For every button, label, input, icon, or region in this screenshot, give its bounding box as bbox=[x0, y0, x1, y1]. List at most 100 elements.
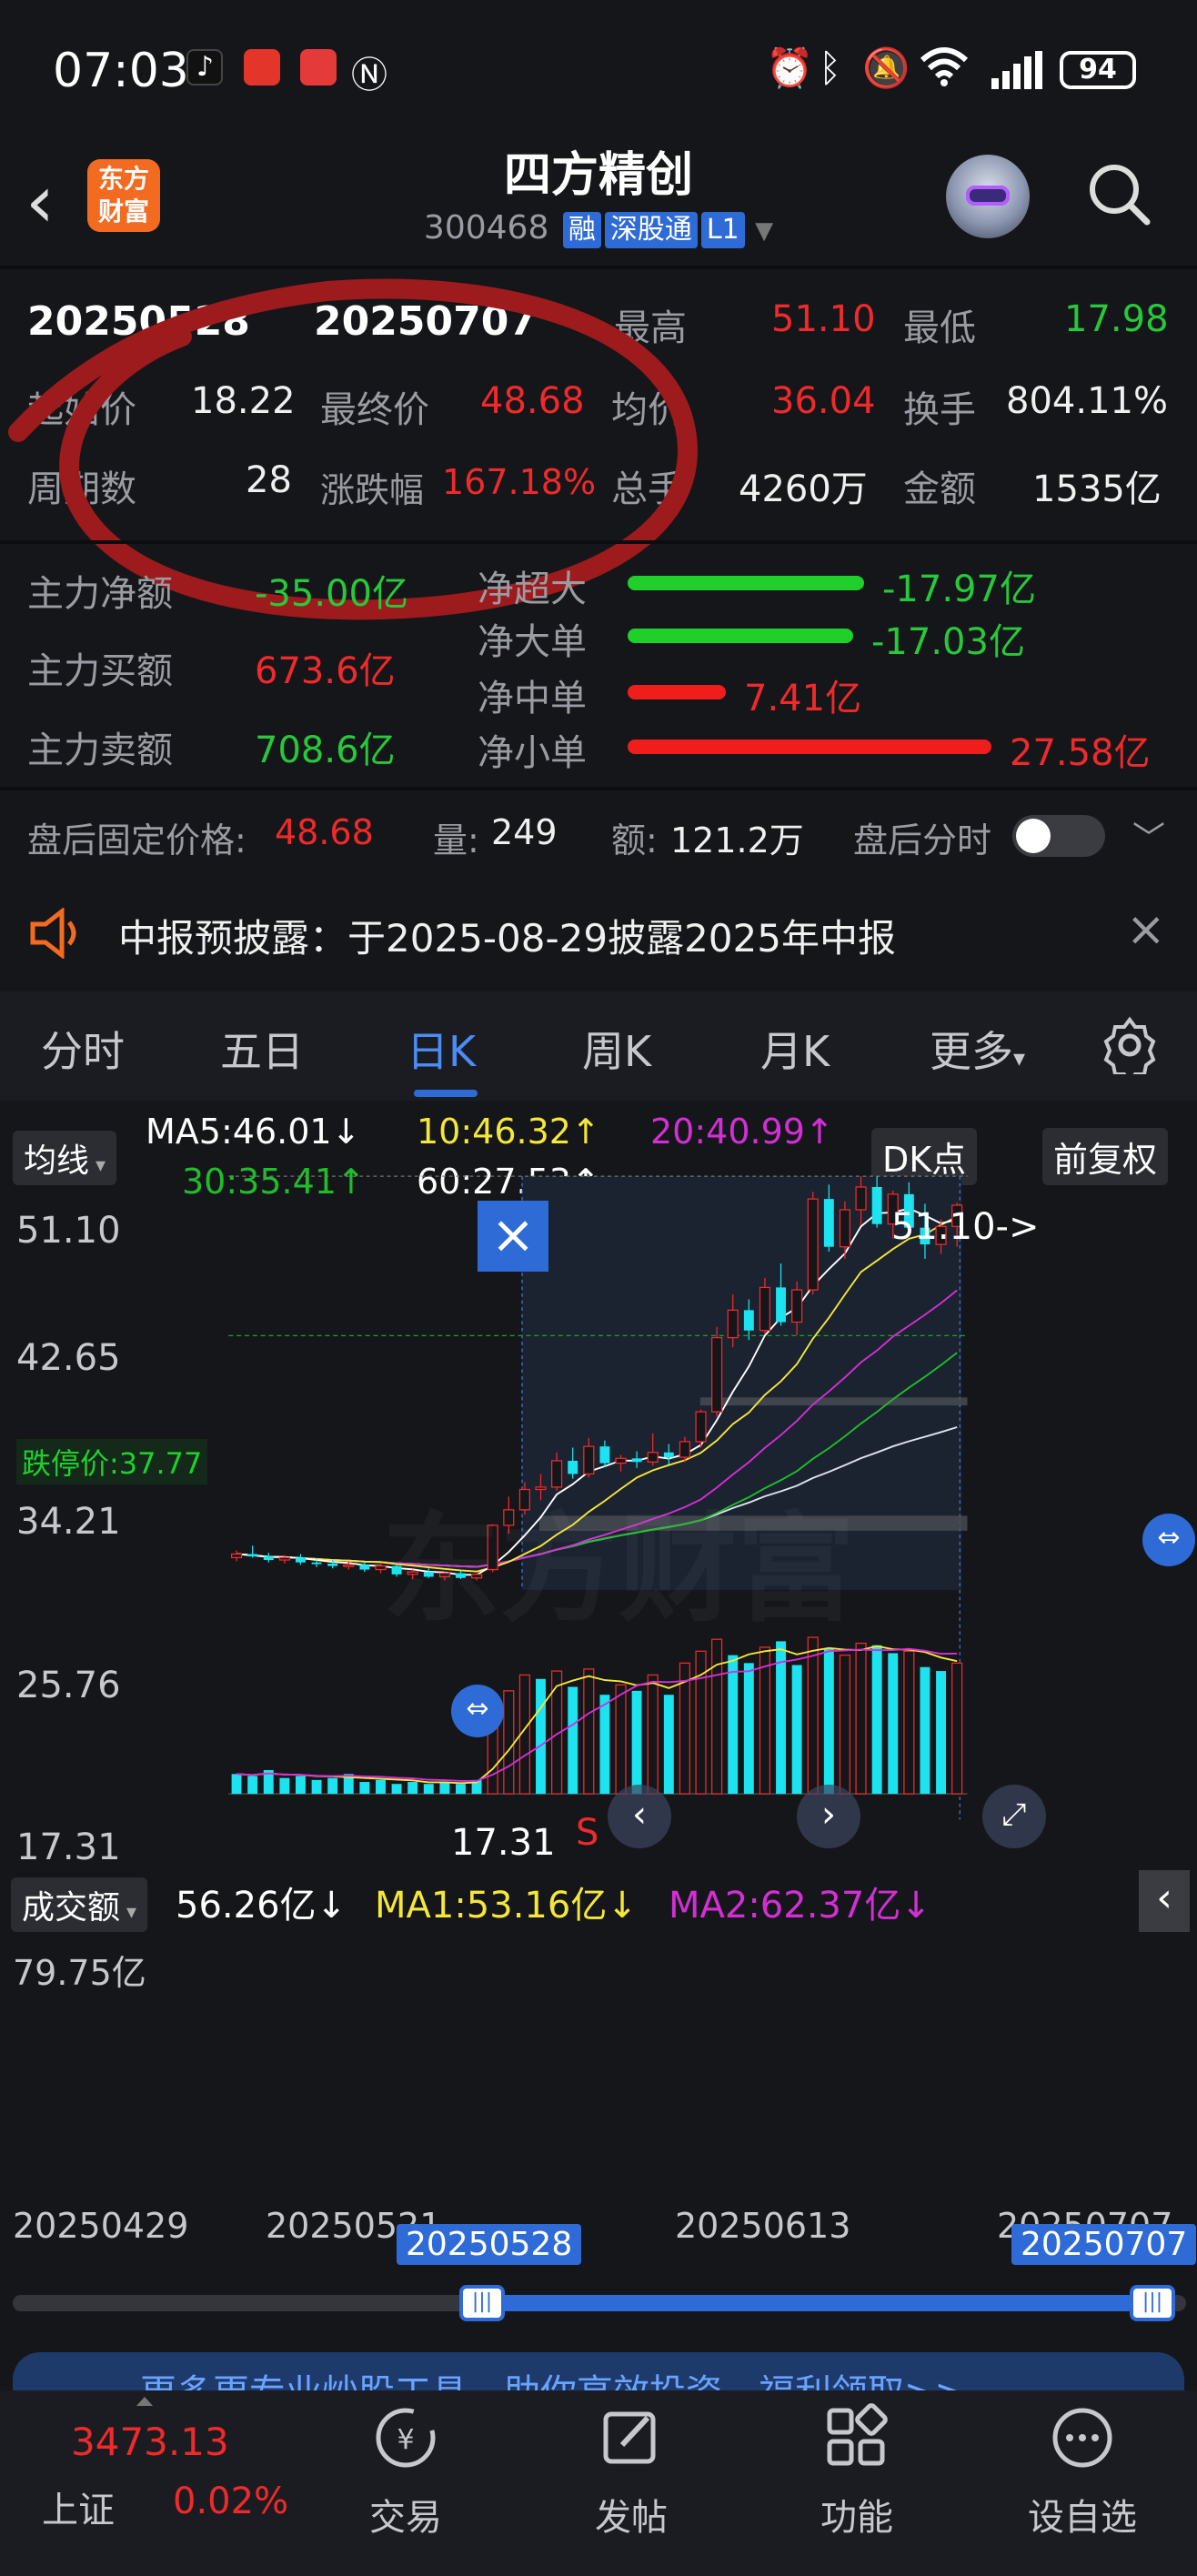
candle-body bbox=[615, 1457, 627, 1464]
candle-body bbox=[647, 1452, 659, 1463]
volume-bar bbox=[423, 1784, 434, 1795]
volume-bar bbox=[855, 1642, 867, 1795]
candle-body bbox=[727, 1309, 739, 1339]
candle-body bbox=[599, 1446, 610, 1464]
red-app-icon bbox=[300, 49, 337, 86]
level-tag: L1 bbox=[700, 212, 745, 248]
collapse-panel-button[interactable]: ‹ bbox=[1139, 1870, 1190, 1932]
volume-bar bbox=[807, 1636, 819, 1795]
notice-bar[interactable]: 中报预披露：于2025-08-29披露2025年中报 × bbox=[0, 880, 1197, 990]
search-icon[interactable] bbox=[1087, 162, 1151, 226]
more-icon[interactable] bbox=[1010, 2401, 1155, 2489]
tab-daily-k[interactable]: 日K bbox=[407, 1019, 476, 1079]
low-label: 最低 bbox=[903, 307, 976, 349]
range-slider-end-handle[interactable]: ||| bbox=[1130, 2285, 1175, 2321]
flow-large-bar bbox=[628, 629, 853, 643]
volume-bar bbox=[247, 1776, 258, 1795]
wifi-icon bbox=[919, 45, 970, 96]
volume-bar bbox=[296, 1776, 306, 1795]
avg-value: 36.04 bbox=[771, 380, 876, 422]
candle-body bbox=[263, 1556, 274, 1561]
limit-down-label: 跌停价:37.77 bbox=[16, 1439, 208, 1484]
candle-body bbox=[695, 1411, 707, 1443]
nav-watchlist-label[interactable]: 设自选 bbox=[1010, 2488, 1155, 2541]
turnover-label: 换手 bbox=[903, 389, 976, 431]
volume-bar bbox=[776, 1641, 786, 1795]
tab-five-day[interactable]: 五日 bbox=[220, 1019, 304, 1079]
turnover-value: 804.11% bbox=[1006, 380, 1168, 422]
tab-more-label: 更多 bbox=[930, 1027, 1013, 1076]
drag-handle-left[interactable]: ⇔ bbox=[451, 1685, 504, 1737]
index-name: 上证 bbox=[42, 2490, 115, 2531]
tab-timeshare[interactable]: 分时 bbox=[41, 1019, 125, 1079]
candle-body bbox=[871, 1186, 882, 1224]
range-slider-start-handle[interactable]: ||| bbox=[459, 2285, 505, 2321]
watermark: 东方财富 bbox=[382, 1474, 855, 1645]
volume-bar bbox=[920, 1666, 930, 1795]
volume-bar bbox=[871, 1645, 882, 1795]
settings-gear-icon[interactable] bbox=[1101, 1016, 1159, 1085]
nav-apps-label[interactable]: 功能 bbox=[784, 2488, 930, 2541]
price-axis-0: 51.10 bbox=[16, 1210, 121, 1252]
volume-bar bbox=[888, 1653, 899, 1795]
date-axis-0: 20250429 bbox=[13, 2206, 189, 2246]
status-time: 07:03 bbox=[53, 44, 189, 98]
tab-more[interactable]: 更多▾ bbox=[930, 1019, 1025, 1079]
price-axis-2: 34.21 bbox=[16, 1501, 121, 1543]
chart-next-button[interactable]: › bbox=[797, 1785, 860, 1848]
flow-small-label: 净小单 bbox=[478, 732, 587, 774]
huawei-app-icon bbox=[244, 49, 280, 86]
close-range-button[interactable]: × bbox=[478, 1201, 548, 1272]
range-end-label: 20250707 bbox=[1011, 2224, 1197, 2265]
candle-body bbox=[278, 1556, 290, 1561]
volume-bar bbox=[791, 1665, 802, 1795]
volume-bar bbox=[279, 1777, 290, 1795]
tab-underline bbox=[414, 1090, 478, 1097]
volume-bar bbox=[631, 1690, 642, 1795]
candle-body bbox=[663, 1452, 674, 1458]
divider bbox=[0, 540, 1197, 544]
battery-indicator: 94 bbox=[1060, 51, 1136, 89]
after-hours-amt-label: 额: bbox=[611, 820, 658, 860]
caret-down-icon: ▾ bbox=[120, 1901, 137, 1924]
trade-icon[interactable]: ¥ bbox=[333, 2401, 478, 2489]
candle-body bbox=[839, 1209, 851, 1248]
volume-bar bbox=[456, 1784, 466, 1795]
volume-bar bbox=[407, 1782, 418, 1795]
apps-icon[interactable] bbox=[784, 2401, 930, 2489]
volume-bar bbox=[376, 1779, 386, 1795]
index-value[interactable]: 3473.13 bbox=[71, 2420, 229, 2464]
post-icon[interactable] bbox=[558, 2401, 704, 2489]
amount-label: 金额 bbox=[903, 468, 976, 510]
nav-post-label[interactable]: 发帖 bbox=[558, 2488, 704, 2541]
expand-chevron-icon[interactable]: ﹀ bbox=[1132, 812, 1165, 860]
volume-bar bbox=[568, 1686, 578, 1795]
candle-body bbox=[743, 1310, 754, 1331]
candle-body bbox=[568, 1460, 578, 1474]
chart-prev-button[interactable]: ‹ bbox=[608, 1785, 671, 1848]
sell-label: 主力卖额 bbox=[27, 730, 173, 771]
volume-mode-select[interactable]: 成交额 ▾ bbox=[11, 1877, 148, 1932]
speaker-icon bbox=[27, 906, 86, 962]
tab-monthly-k[interactable]: 月K bbox=[760, 1019, 830, 1079]
buy-label: 主力买额 bbox=[27, 650, 173, 692]
margin-tag: 融 bbox=[562, 212, 601, 248]
nav-trade-label[interactable]: 交易 bbox=[333, 2488, 478, 2541]
candle-body bbox=[759, 1286, 771, 1332]
close-icon[interactable]: × bbox=[1126, 902, 1166, 957]
fullscreen-icon[interactable]: ⤢ bbox=[982, 1785, 1046, 1848]
candle-body bbox=[807, 1198, 819, 1291]
after-hours-toggle[interactable] bbox=[1012, 815, 1105, 857]
volume-value: 4260万 bbox=[739, 468, 868, 510]
robot-assistant-icon[interactable] bbox=[946, 155, 1030, 238]
volume-bar bbox=[951, 1662, 963, 1795]
divider bbox=[0, 787, 1197, 790]
drag-handle-right[interactable]: ⇔ bbox=[1142, 1514, 1195, 1566]
volume-bar bbox=[728, 1655, 739, 1795]
tab-weekly-k[interactable]: 周K bbox=[582, 1019, 651, 1079]
volume-value: 56.26亿↓ bbox=[176, 1885, 347, 1927]
alarm-icon: ⏰ bbox=[766, 45, 814, 90]
volume-bar bbox=[936, 1671, 947, 1795]
volume-bar bbox=[743, 1663, 754, 1795]
date-axis-2: 20250613 bbox=[675, 2206, 851, 2246]
